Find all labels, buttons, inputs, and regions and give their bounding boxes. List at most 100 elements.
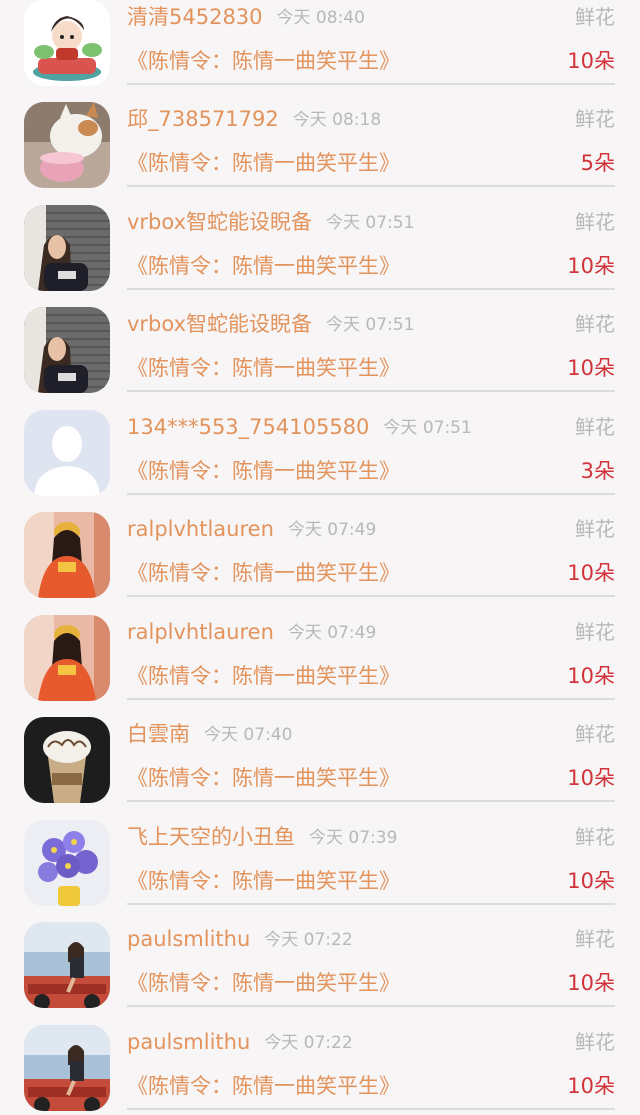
user-name-text[interactable]: ralplvhtlauren xyxy=(127,620,274,644)
frappuccino-avatar[interactable] xyxy=(24,717,110,803)
user-name[interactable]: vrbox智蛇能设睨备 今天 07:51 xyxy=(127,207,414,238)
user-name-text[interactable]: ralplvhtlauren xyxy=(127,517,274,541)
jeep-woman-avatar[interactable] xyxy=(24,1025,110,1111)
gift-type-label: 鲜花 xyxy=(575,927,615,951)
user-name-text[interactable]: 飞上天空的小丑鱼 xyxy=(127,825,295,849)
hanfu-girl-avatar[interactable] xyxy=(24,615,110,701)
user-name-text[interactable]: paulsmlithu xyxy=(127,927,250,951)
user-name[interactable]: 清清5452830 今天 08:40 xyxy=(127,2,365,33)
row-divider xyxy=(127,83,615,85)
hanfu-girl-avatar[interactable] xyxy=(24,512,110,598)
gift-time: 今天 08:18 xyxy=(292,110,382,130)
flower-count: 10朵 xyxy=(567,1074,615,1098)
gift-time: 今天 07:39 xyxy=(309,828,398,848)
gift-type-label: 鲜花 xyxy=(575,107,615,131)
gift-type-label: 鲜花 xyxy=(575,415,615,439)
violet-flowers-avatar[interactable] xyxy=(24,820,110,906)
work-title-link[interactable]: 《陈情令：陈情一曲笑平生》 xyxy=(127,46,400,76)
gift-type-label: 鲜花 xyxy=(575,620,615,644)
list-item[interactable]: paulsmlithu 今天 07:22 鲜花《陈情令：陈情一曲笑平生》 10朵 xyxy=(0,922,640,1025)
gift-time: 今天 07:22 xyxy=(264,930,353,950)
list-item[interactable]: 飞上天空的小丑鱼 今天 07:39 鲜花《陈情令：陈情一曲笑平生》 10朵 xyxy=(0,820,640,923)
row-divider xyxy=(127,595,615,597)
user-name-text[interactable]: 清清5452830 xyxy=(127,5,263,29)
work-title-link[interactable]: 《陈情令：陈情一曲笑平生》 xyxy=(127,866,400,896)
list-item[interactable]: ralplvhtlauren 今天 07:49 鲜花《陈情令：陈情一曲笑平生》 10朵 xyxy=(0,615,640,718)
row-divider xyxy=(127,1005,615,1007)
gift-time: 今天 07:40 xyxy=(204,725,293,745)
flower-gift-list: 清清5452830 今天 08:40 鲜花 《陈情令：陈情一曲笑平生》 10朵 邱_738… xyxy=(0,0,640,1115)
gift-time: 今天 07:49 xyxy=(287,520,377,540)
cat-cake-avatar[interactable] xyxy=(24,102,110,188)
user-name[interactable]: 134***553_754105580 今天 07:51 xyxy=(127,412,472,443)
user-name[interactable]: paulsmlithu 今天 07:22 xyxy=(127,1027,353,1058)
row-divider xyxy=(127,800,615,802)
user-name[interactable]: 飞上天空的小丑鱼 今天 07:39 xyxy=(127,822,397,853)
flower-count: 10朵 xyxy=(567,49,615,73)
work-title-link[interactable]: 《陈情令：陈情一曲笑平生》 xyxy=(127,456,400,486)
flower-count: 10朵 xyxy=(567,971,615,995)
flower-count: 5朵 xyxy=(580,151,615,175)
list-item[interactable]: 白雲南 今天 07:40 鲜花《陈情令：陈情一曲笑平生》 10朵 xyxy=(0,717,640,820)
user-name[interactable]: 邱_738571792 今天 08:18 xyxy=(127,104,381,135)
user-name-text[interactable]: 邱_738571792 xyxy=(127,107,279,131)
woman-shutter-avatar[interactable] xyxy=(24,205,110,291)
work-title-link[interactable]: 《陈情令：陈情一曲笑平生》 xyxy=(127,148,400,178)
user-name-text[interactable]: 白雲南 xyxy=(127,722,190,746)
gift-time: 今天 07:51 xyxy=(383,418,472,438)
list-item[interactable]: 邱_738571792 今天 08:18 鲜花《陈情令：陈情一曲笑平生》 5朵 xyxy=(0,102,640,205)
gift-type-label: 鲜花 xyxy=(575,825,615,849)
list-item[interactable]: 134***553_754105580 今天 07:51 鲜花《陈情令：陈情一曲笑平… xyxy=(0,410,640,513)
row-divider xyxy=(127,493,615,495)
gift-time: 今天 07:49 xyxy=(287,623,377,643)
gift-time: 今天 07:22 xyxy=(264,1033,353,1053)
default-user-avatar[interactable] xyxy=(24,410,110,496)
gift-type-label: 鲜花 xyxy=(575,722,615,746)
row-divider xyxy=(127,698,615,700)
work-title-link[interactable]: 《陈情令：陈情一曲笑平生》 xyxy=(127,968,400,998)
flower-count: 10朵 xyxy=(567,766,615,790)
work-title-link[interactable]: 《陈情令：陈情一曲笑平生》 xyxy=(127,1071,400,1101)
gift-type-label: 鲜花 xyxy=(575,312,615,336)
work-title-link[interactable]: 《陈情令：陈情一曲笑平生》 xyxy=(127,353,400,383)
user-name[interactable]: vrbox智蛇能设睨备 今天 07:51 xyxy=(127,309,414,340)
gift-type-label: 鲜花 xyxy=(575,1030,615,1054)
woman-shutter-avatar[interactable] xyxy=(24,307,110,393)
flower-count: 3朵 xyxy=(580,459,615,483)
flower-count: 10朵 xyxy=(567,664,615,688)
work-title-link[interactable]: 《陈情令：陈情一曲笑平生》 xyxy=(127,251,400,281)
gift-type-label: 鲜花 xyxy=(575,5,615,29)
user-name-text[interactable]: vrbox智蛇能设睨备 xyxy=(127,210,312,234)
flower-count: 10朵 xyxy=(567,561,615,585)
user-name-text[interactable]: 134***553_754105580 xyxy=(127,415,369,439)
row-divider xyxy=(127,903,615,905)
gift-time: 今天 07:51 xyxy=(326,213,415,233)
list-item[interactable]: 清清5452830 今天 08:40 鲜花《陈情令：陈情一曲笑平生》 10朵 xyxy=(0,0,640,103)
list-item[interactable]: vrbox智蛇能设睨备 今天 07:51 鲜花《陈情令：陈情一曲笑平生》 10朵 xyxy=(0,307,640,410)
user-name[interactable]: ralplvhtlauren 今天 07:49 xyxy=(127,617,376,648)
work-title-link[interactable]: 《陈情令：陈情一曲笑平生》 xyxy=(127,763,400,793)
row-divider xyxy=(127,1108,615,1110)
row-divider xyxy=(127,288,615,290)
gift-time: 今天 08:40 xyxy=(276,8,365,28)
work-title-link[interactable]: 《陈情令：陈情一曲笑平生》 xyxy=(127,558,400,588)
user-name[interactable]: ralplvhtlauren 今天 07:49 xyxy=(127,514,376,545)
user-name-text[interactable]: vrbox智蛇能设睨备 xyxy=(127,312,312,336)
list-item[interactable]: vrbox智蛇能设睨备 今天 07:51 鲜花《陈情令：陈情一曲笑平生》 10朵 xyxy=(0,205,640,308)
row-divider xyxy=(127,185,615,187)
gift-type-label: 鲜花 xyxy=(575,210,615,234)
flower-count: 10朵 xyxy=(567,356,615,380)
user-name-text[interactable]: paulsmlithu xyxy=(127,1030,250,1054)
cartoon-girl-avatar[interactable] xyxy=(24,0,110,86)
flower-count: 10朵 xyxy=(567,869,615,893)
gift-time: 今天 07:51 xyxy=(326,315,415,335)
flower-count: 10朵 xyxy=(567,254,615,278)
work-title-link[interactable]: 《陈情令：陈情一曲笑平生》 xyxy=(127,661,400,691)
user-name[interactable]: 白雲南 今天 07:40 xyxy=(127,719,292,750)
list-item[interactable]: paulsmlithu 今天 07:22 鲜花《陈情令：陈情一曲笑平生》 10朵 xyxy=(0,1025,640,1115)
jeep-woman-avatar[interactable] xyxy=(24,922,110,1008)
list-item[interactable]: ralplvhtlauren 今天 07:49 鲜花《陈情令：陈情一曲笑平生》 10朵 xyxy=(0,512,640,615)
row-divider xyxy=(127,390,615,392)
gift-type-label: 鲜花 xyxy=(575,517,615,541)
user-name[interactable]: paulsmlithu 今天 07:22 xyxy=(127,924,353,955)
